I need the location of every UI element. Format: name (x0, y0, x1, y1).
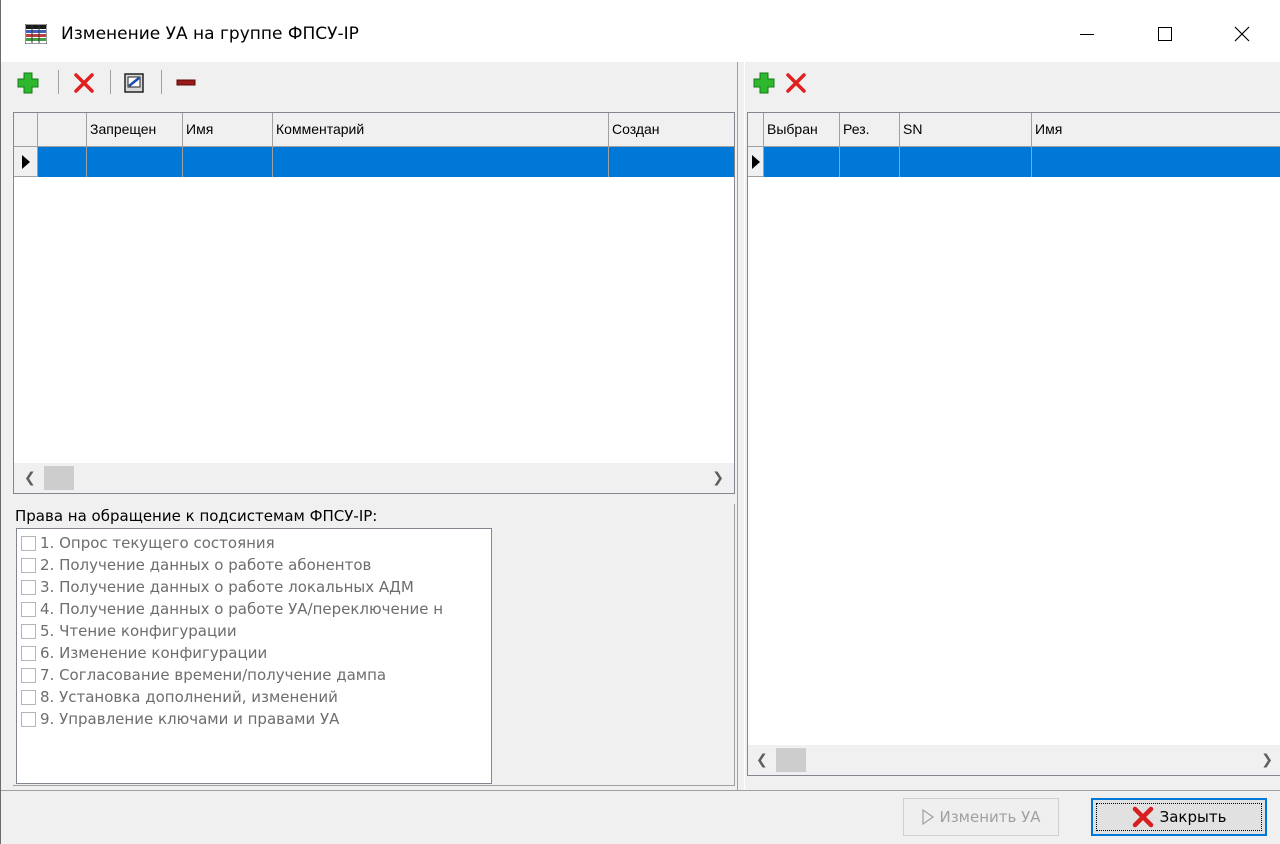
column-header-indicator (14, 113, 38, 147)
device-grid[interactable]: Выбран Рез. SN Имя ❮ ❯ (747, 112, 1280, 776)
minimize-button[interactable] (1064, 12, 1110, 56)
maximize-button[interactable] (1142, 12, 1188, 56)
window-title: Изменение УА на группе ФПСУ-IP (61, 24, 359, 44)
edit-icon (124, 73, 144, 93)
rights-item-label: 7. Согласование времени/получение дампа (40, 666, 387, 684)
change-ua-button[interactable]: Изменить УА (903, 798, 1059, 836)
close-icon (1234, 26, 1250, 42)
add-ua-button[interactable] (13, 68, 43, 98)
remove-icon (176, 79, 196, 86)
column-header-created[interactable]: Создан (609, 113, 734, 147)
change-ua-label: Изменить УА (939, 808, 1041, 826)
panel-splitter[interactable] (737, 62, 745, 790)
rights-item-8[interactable]: 8. Установка дополнений, изменений (21, 686, 338, 708)
column-header-selected[interactable]: Выбран (764, 113, 840, 147)
row-indicator (14, 147, 38, 177)
delete-icon (74, 73, 94, 93)
column-header-name[interactable]: Имя (183, 113, 273, 147)
maximize-icon (1158, 27, 1172, 41)
checkbox[interactable] (21, 667, 36, 683)
edit-ua-button[interactable] (119, 68, 149, 98)
rights-item-3[interactable]: 3. Получение данных о работе локальных А… (21, 576, 414, 598)
bottom-bar (1, 790, 1280, 844)
rights-item-4[interactable]: 4. Получение данных о работе УА/переключ… (21, 598, 443, 620)
ua-grid[interactable]: Запрещен Имя Комментарий Создан ❮ ❯ (13, 112, 735, 494)
delete-device-button[interactable] (781, 68, 811, 98)
toolbar-separator (110, 70, 111, 94)
checkbox[interactable] (21, 579, 36, 595)
table-cell (38, 147, 87, 177)
focus-rect (1096, 803, 1262, 831)
column-header-forbidden[interactable]: Запрещен (87, 113, 183, 147)
rights-item-label: 5. Чтение конфигурации (40, 622, 237, 640)
rights-item-label: 9. Управление ключами и правами УА (40, 710, 340, 728)
checkbox[interactable] (21, 689, 36, 705)
title-bar: Изменение УА на группе ФПСУ-IP (1, 0, 1280, 62)
checkbox[interactable] (21, 557, 36, 573)
rights-item-label: 3. Получение данных о работе локальных А… (40, 578, 414, 596)
column-header-reserve[interactable]: Рез. (840, 113, 900, 147)
rights-item-9[interactable]: 9. Управление ключами и правами УА (21, 708, 339, 730)
column-header-spacer (38, 113, 87, 147)
column-header-name[interactable]: Имя (1032, 113, 1280, 147)
rights-item-2[interactable]: 2. Получение данных о работе абонентов (21, 554, 371, 576)
rights-item-5[interactable]: 5. Чтение конфигурации (21, 620, 237, 642)
rights-item-1[interactable]: 1. Опрос текущего состояния (21, 532, 275, 554)
rights-checklist[interactable]: 1. Опрос текущего состояния 2. Получение… (16, 528, 492, 784)
window-close-button[interactable] (1219, 12, 1265, 56)
checkbox[interactable] (21, 645, 36, 661)
device-grid-header: Выбран Рез. SN Имя (748, 113, 1280, 147)
rights-item-6[interactable]: 6. Изменение конфигурации (21, 642, 267, 664)
ua-grid-header: Запрещен Имя Комментарий Создан (14, 113, 734, 147)
scrollbar-thumb[interactable] (44, 466, 74, 490)
add-device-button[interactable] (749, 68, 779, 98)
checkbox[interactable] (21, 601, 36, 617)
table-cell (900, 147, 1032, 177)
checkbox[interactable] (21, 535, 36, 551)
checkbox[interactable] (21, 711, 36, 727)
scroll-left-icon[interactable]: ❮ (756, 751, 768, 768)
play-icon (922, 809, 935, 825)
add-icon (753, 72, 775, 94)
remove-ua-button[interactable] (171, 68, 201, 98)
table-cell (87, 147, 183, 177)
table-app-icon (25, 24, 47, 44)
column-header-comment[interactable]: Комментарий (273, 113, 609, 147)
add-icon (17, 72, 39, 94)
table-cell (183, 147, 273, 177)
table-cell (273, 147, 609, 177)
scroll-right-icon[interactable]: ❯ (1261, 751, 1273, 768)
scrollbar-thumb[interactable] (776, 748, 806, 772)
rights-item-label: 1. Опрос текущего состояния (40, 534, 275, 552)
rights-item-label: 2. Получение данных о работе абонентов (40, 556, 372, 574)
current-row-arrow-icon (751, 154, 760, 169)
delete-icon (786, 73, 806, 93)
column-header-indicator (748, 113, 764, 147)
toolbar-separator (161, 70, 162, 94)
toolbar-separator (58, 70, 59, 94)
delete-ua-button[interactable] (69, 68, 99, 98)
rights-item-label: 6. Изменение конфигурации (40, 644, 268, 662)
column-header-sn[interactable]: SN (900, 113, 1032, 147)
left-toolbar (13, 64, 733, 102)
minimize-icon (1080, 34, 1094, 35)
row-indicator (748, 147, 764, 177)
table-cell (764, 147, 840, 177)
checkbox[interactable] (21, 623, 36, 639)
table-cell (840, 147, 900, 177)
rights-item-7[interactable]: 7. Согласование времени/получение дампа (21, 664, 386, 686)
scroll-right-icon[interactable]: ❯ (712, 469, 724, 486)
rights-item-label: 8. Установка дополнений, изменений (40, 688, 338, 706)
dialog-window: Изменение УА на группе ФПСУ-IP Запрещен … (0, 0, 1280, 844)
current-row-arrow-icon (21, 154, 30, 169)
scroll-left-icon[interactable]: ❮ (24, 469, 36, 486)
rights-item-label: 4. Получение данных о работе УА/переключ… (40, 600, 444, 618)
rights-label: Права на обращение к подсистемам ФПСУ-IP… (15, 507, 378, 525)
horizontal-scrollbar[interactable]: ❮ ❯ (14, 463, 734, 493)
horizontal-scrollbar[interactable]: ❮ ❯ (748, 745, 1280, 775)
right-toolbar (749, 64, 949, 102)
close-button[interactable]: Закрыть (1091, 798, 1267, 836)
